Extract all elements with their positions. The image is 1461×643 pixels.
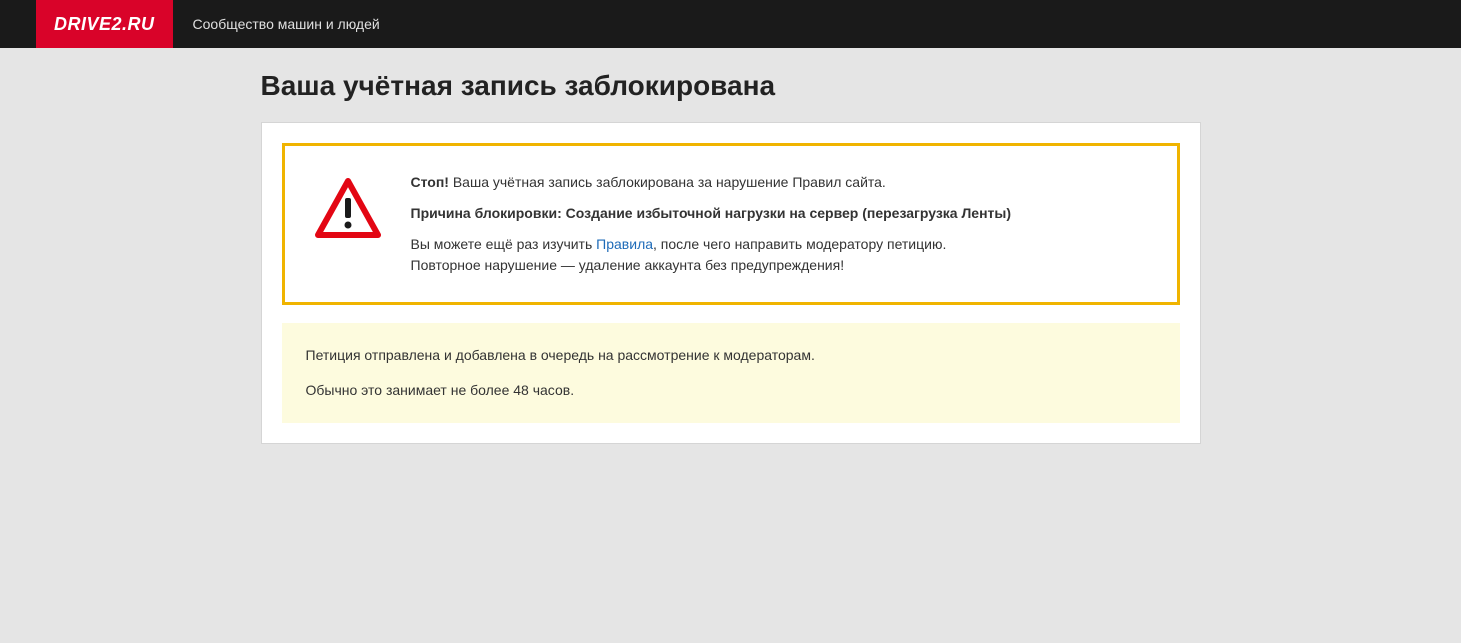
site-header: DRIVE2.RU Сообщество машин и людей (0, 0, 1461, 48)
stop-text: Ваша учётная запись заблокирована за нар… (449, 174, 886, 190)
page-title: Ваша учётная запись заблокирована (261, 70, 1201, 102)
main-container: Ваша учётная запись заблокирована Стоп! … (261, 70, 1201, 444)
rules-pre-text: Вы можете ещё раз изучить (411, 236, 597, 252)
rules-post-text: , после чего направить модератору петици… (653, 236, 946, 252)
rules-link[interactable]: Правила (596, 236, 653, 252)
stop-label: Стоп! (411, 174, 449, 190)
warning-stop-line: Стоп! Ваша учётная запись заблокирована … (411, 172, 1147, 193)
content-box: Стоп! Ваша учётная запись заблокирована … (261, 122, 1201, 444)
warning-box: Стоп! Ваша учётная запись заблокирована … (282, 143, 1180, 305)
warning-rules-line: Вы можете ещё раз изучить Правила, после… (411, 234, 1147, 276)
warning-reason: Причина блокировки: Создание избыточной … (411, 203, 1147, 224)
warning-content: Стоп! Ваша учётная запись заблокирована … (411, 172, 1147, 276)
warning-icon (315, 172, 381, 243)
petition-status-box: Петиция отправлена и добавлена в очередь… (282, 323, 1180, 423)
site-logo[interactable]: DRIVE2.RU (36, 0, 173, 48)
petition-sent-text: Петиция отправлена и добавлена в очередь… (306, 345, 1156, 366)
petition-time-text: Обычно это занимает не более 48 часов. (306, 380, 1156, 401)
repeat-warning-text: Повторное нарушение — удаление аккаунта … (411, 257, 845, 273)
site-tagline: Сообщество машин и людей (193, 16, 380, 32)
